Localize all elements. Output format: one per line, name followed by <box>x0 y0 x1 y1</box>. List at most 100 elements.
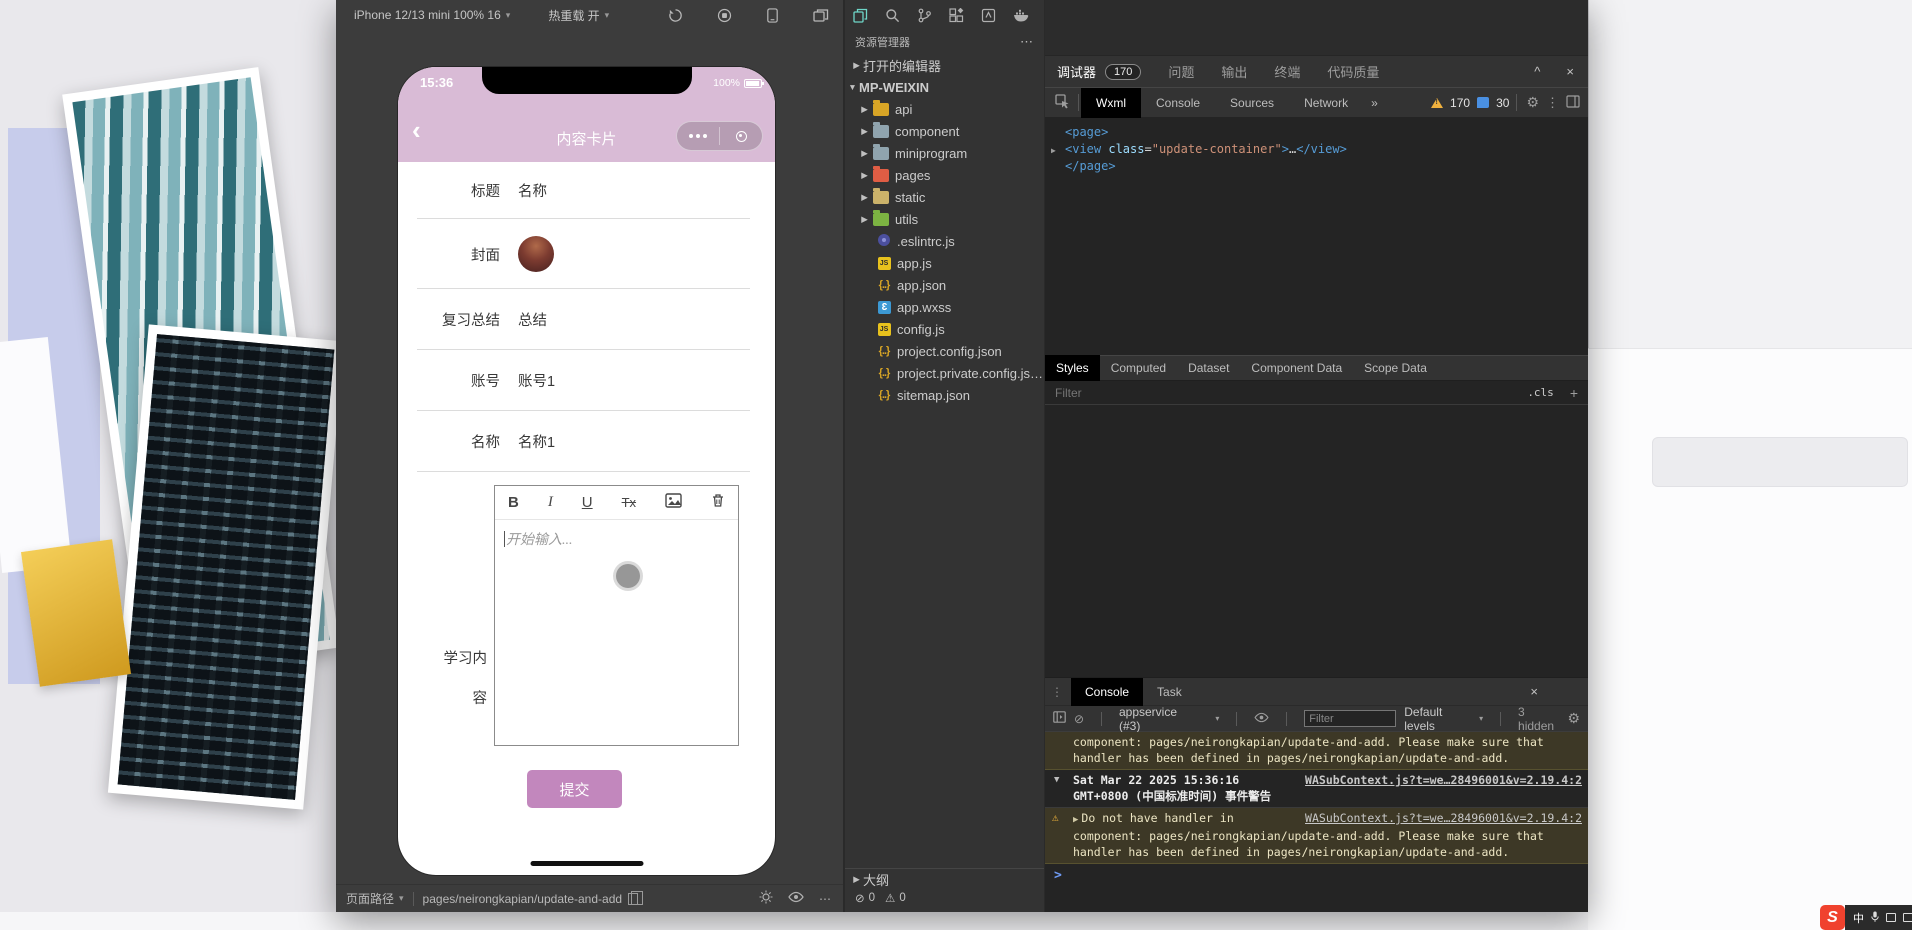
wxml-view-node[interactable]: ▶ <view class="update-container">…</view… <box>1051 141 1588 158</box>
sogou-logo-icon[interactable]: S <box>1820 905 1845 930</box>
close-miniprogram-button[interactable] <box>720 130 762 142</box>
tab-wxml[interactable]: Wxml <box>1081 87 1141 118</box>
expand-icon[interactable]: ▶ <box>1051 142 1056 159</box>
tree-folder-api[interactable]: ▶ api <box>845 98 1044 120</box>
submit-button[interactable]: 提交 <box>527 770 622 808</box>
ime-toolbox-icon[interactable] <box>1903 913 1912 922</box>
console-log-timestamp[interactable]: ▼ WASubContext.js?t=we…28496001&v=2.19.4… <box>1045 770 1588 808</box>
console-warning-handler[interactable]: ⚠ WASubContext.js?t=we…28496001&v=2.19.4… <box>1045 808 1588 864</box>
inspect-element-icon[interactable] <box>1055 93 1070 112</box>
collapse-icon[interactable]: ▼ <box>1054 772 1059 788</box>
snippets-icon[interactable] <box>981 8 996 23</box>
console-warning-partial[interactable]: component: pages/neirongkapian/update-an… <box>1045 732 1588 770</box>
more-tabs-icon[interactable]: » <box>1363 96 1386 110</box>
tab-problems[interactable]: 问题 <box>1168 62 1194 81</box>
tree-file-app-json[interactable]: {..} app.json <box>845 274 1044 296</box>
tab-output[interactable]: 输出 <box>1221 62 1247 81</box>
toggle-class-button[interactable]: .cls <box>1527 386 1554 399</box>
execution-context-selector[interactable]: appservice (#3) <box>1119 705 1193 733</box>
expand-icon[interactable]: ▶ <box>1073 815 1078 825</box>
warning-count[interactable]: 170 <box>1450 96 1470 110</box>
italic-icon[interactable]: I <box>548 494 553 511</box>
tree-folder-pages[interactable]: ▶ pages <box>845 164 1044 186</box>
tab-console[interactable]: Console <box>1141 88 1215 118</box>
styles-filter-input[interactable] <box>1055 385 1528 400</box>
tab-component-data[interactable]: Component Data <box>1240 355 1353 381</box>
docker-icon[interactable] <box>1013 9 1029 22</box>
tree-section-open-editors[interactable]: ▶ 打开的编辑器 <box>845 54 1044 76</box>
tree-file-app-wxss[interactable]: 3 app.wxss <box>845 296 1044 318</box>
drag-handle-icon[interactable]: ⋮ <box>1045 685 1071 699</box>
console-prompt[interactable]: > <box>1045 864 1588 888</box>
problems-status[interactable]: ⊘ 0 ⚠ 0 <box>855 891 906 905</box>
wxml-page-close[interactable]: </page> <box>1065 159 1116 173</box>
tree-folder-miniprogram[interactable]: ▶ miniprogram <box>845 142 1044 164</box>
tab-scope-data[interactable]: Scope Data <box>1353 355 1438 381</box>
tree-file-eslintrc[interactable]: .eslintrc.js <box>845 230 1044 252</box>
hot-reload-toggle[interactable]: 热重载 开 <box>548 7 599 24</box>
tree-file-project-config[interactable]: {..} project.config.json <box>845 340 1044 362</box>
dock-side-icon[interactable] <box>1566 94 1580 111</box>
tree-root-project[interactable]: ▼ MP-WEIXIN <box>845 76 1044 98</box>
trash-icon[interactable] <box>711 493 725 513</box>
field-value[interactable]: 名称 <box>518 180 547 201</box>
log-levels-selector[interactable]: Default levels <box>1404 705 1469 733</box>
source-control-icon[interactable] <box>917 8 932 23</box>
tab-code-quality[interactable]: 代码质量 <box>1327 62 1379 81</box>
tab-debugger[interactable]: 调试器 170 <box>1057 62 1142 81</box>
clear-console-icon[interactable]: ⊘ <box>1074 712 1084 726</box>
page-path-selector[interactable]: 页面路径 <box>346 890 394 907</box>
tab-console-panel[interactable]: Console <box>1071 677 1144 706</box>
compile-settings-icon[interactable] <box>759 890 773 907</box>
refresh-button[interactable] <box>668 8 683 23</box>
more-menu-button[interactable] <box>677 134 719 138</box>
close-panel-icon[interactable]: × <box>1566 64 1574 79</box>
phone-orientation-button[interactable] <box>766 7 779 23</box>
outline-section[interactable]: ▶ 大纲 <box>845 868 1044 890</box>
close-console-icon[interactable]: × <box>1530 684 1538 699</box>
hidden-messages-count[interactable]: 3 hidden <box>1518 705 1559 733</box>
source-link[interactable]: WASubContext.js?t=we…28496001&v=2.19.4:2 <box>1305 810 1582 826</box>
cover-image[interactable] <box>518 236 554 272</box>
multi-window-button[interactable] <box>813 8 829 23</box>
tree-file-app-js[interactable]: JS app.js <box>845 252 1044 274</box>
tab-sources[interactable]: Sources <box>1215 88 1289 118</box>
underline-icon[interactable]: U <box>582 494 593 511</box>
tree-file-sitemap[interactable]: {..} sitemap.json <box>845 384 1044 406</box>
wxml-page-open[interactable]: <page> <box>1065 125 1108 139</box>
ime-language-toggle[interactable]: 中 <box>1853 910 1864 926</box>
tab-styles[interactable]: Styles <box>1045 355 1100 381</box>
tree-file-project-private-config[interactable]: {..} project.private.config.js… <box>845 362 1044 384</box>
page-path-value[interactable]: pages/neirongkapian/update-and-add <box>423 892 623 906</box>
more-options-icon[interactable]: ⋯ <box>819 892 831 906</box>
new-style-rule-button[interactable]: + <box>1570 385 1578 401</box>
bold-icon[interactable]: B <box>508 494 519 511</box>
tree-folder-static[interactable]: ▶ static <box>845 186 1044 208</box>
source-link[interactable]: WASubContext.js?t=we…28496001&v=2.19.4:2 <box>1305 772 1582 788</box>
files-icon[interactable] <box>853 8 868 23</box>
console-filter-input[interactable] <box>1304 710 1397 727</box>
clear-format-icon[interactable]: Tx <box>622 495 636 510</box>
issues-count[interactable]: 30 <box>1496 96 1509 110</box>
search-icon[interactable] <box>885 8 900 23</box>
device-selector[interactable]: iPhone 12/13 mini 100% 16 <box>354 8 501 22</box>
tab-dataset[interactable]: Dataset <box>1177 355 1240 381</box>
tab-task[interactable]: Task <box>1143 678 1196 706</box>
explorer-more-icon[interactable]: ⋯ <box>1020 34 1034 50</box>
ime-mic-icon[interactable] <box>1871 911 1879 925</box>
tab-network[interactable]: Network <box>1289 88 1363 118</box>
tab-computed[interactable]: Computed <box>1100 355 1177 381</box>
rich-text-editor[interactable]: B I U Tx 开始输入... <box>494 485 739 746</box>
eye-icon[interactable] <box>788 891 804 906</box>
tab-terminal[interactable]: 终端 <box>1274 62 1300 81</box>
collapse-panel-icon[interactable]: ^ <box>1534 64 1540 79</box>
settings-gear-icon[interactable]: ⚙ <box>1526 94 1539 111</box>
record-button[interactable] <box>717 8 732 23</box>
insert-image-icon[interactable] <box>665 492 682 513</box>
tree-file-config-js[interactable]: JS config.js <box>845 318 1044 340</box>
field-value[interactable]: 账号1 <box>518 370 555 391</box>
console-sidebar-icon[interactable] <box>1053 711 1066 726</box>
extensions-icon[interactable] <box>949 7 964 23</box>
copy-icon[interactable] <box>628 890 644 905</box>
console-settings-icon[interactable]: ⚙ <box>1567 710 1580 727</box>
